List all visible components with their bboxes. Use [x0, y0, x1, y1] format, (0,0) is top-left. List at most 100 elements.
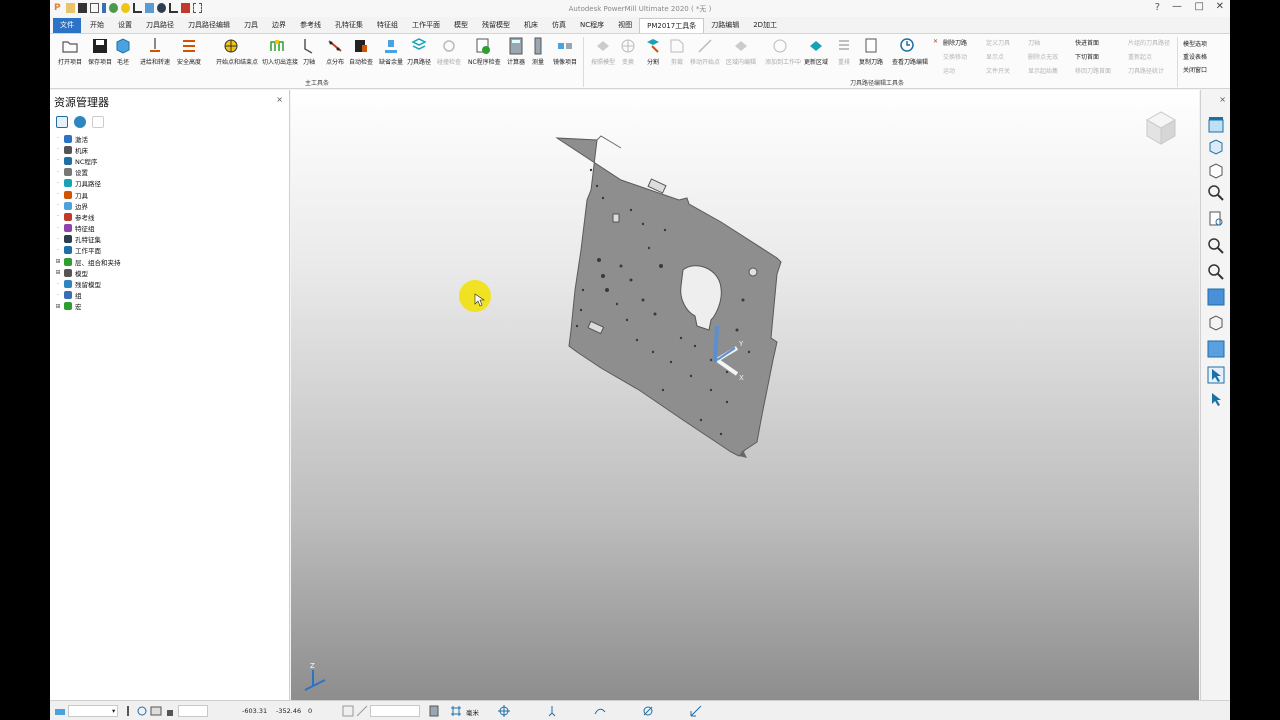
copy-toolpath-button[interactable]: 复制刀路: [856, 37, 886, 66]
snap-status-icon[interactable]: [136, 705, 148, 717]
measure-button[interactable]: 测量: [525, 37, 551, 66]
tab-boundaries[interactable]: 边界: [265, 18, 293, 33]
grid-status-icon[interactable]: [342, 705, 354, 717]
toolpath-button[interactable]: 刀具路径: [404, 37, 434, 66]
start-end-button[interactable]: 开始点和结束点: [216, 37, 258, 66]
tab-models[interactable]: 模型: [447, 18, 475, 33]
delete-invalid-points-button[interactable]: 删除点无效: [1028, 52, 1058, 61]
tab-2d-machining[interactable]: 2D加工: [746, 18, 784, 33]
restart-button[interactable]: 重新起点: [1128, 52, 1152, 61]
tree-node[interactable]: ⊞ 模型: [54, 267, 121, 278]
workplane-status-icon[interactable]: [54, 705, 66, 717]
tool-status-icon[interactable]: [122, 705, 134, 717]
maximize-button[interactable]: □: [1195, 1, 1204, 12]
view-from-top-icon[interactable]: [1207, 116, 1225, 134]
tab-toolpaths[interactable]: 刀具路径: [139, 18, 181, 33]
stock-button[interactable]: 毛坯: [112, 37, 134, 66]
screen-status-icon[interactable]: [150, 705, 162, 717]
tree-node[interactable]: · 机床: [54, 144, 121, 155]
move-button[interactable]: 运动: [943, 66, 955, 75]
region-edit-button[interactable]: 区域内编辑: [726, 37, 756, 66]
diameter-icon[interactable]: [642, 705, 654, 717]
tree-node[interactable]: · 刀具路径: [54, 178, 121, 189]
reset-forms-link[interactable]: 重设表格: [1183, 52, 1207, 61]
define-tool-button[interactable]: 定义刀具: [986, 38, 1010, 47]
expand-icon[interactable]: ⊞: [54, 303, 62, 310]
zoom-icon[interactable]: [1207, 184, 1225, 202]
delete-toolpath-button[interactable]: 删除刀路: [943, 38, 967, 47]
tree-node[interactable]: · 设置: [54, 167, 121, 178]
tab-featuresets[interactable]: 特征组: [370, 18, 405, 33]
page-search-icon[interactable]: [1207, 210, 1225, 228]
rapid-height-button[interactable]: 安全高度: [174, 37, 204, 66]
zoom-fit-icon[interactable]: [1207, 262, 1225, 280]
tree-node[interactable]: ⊞ 宏: [54, 301, 121, 312]
tab-toolpath-edit[interactable]: 刀具路径编辑: [181, 18, 237, 33]
rapid-first-face-button[interactable]: 快进首面: [1075, 38, 1099, 47]
update-region-button[interactable]: 更新区域: [801, 37, 831, 66]
tab-file[interactable]: 文件: [53, 17, 81, 33]
add-to-work-button[interactable]: 添加到工作中: [765, 37, 801, 66]
expand-icon[interactable]: ⊞: [54, 269, 62, 276]
retract-first-face-button[interactable]: 移回刀路首面: [1075, 66, 1111, 75]
units-status-icon[interactable]: [450, 705, 462, 717]
tree-view-icon[interactable]: [56, 116, 68, 128]
tab-nc-programs[interactable]: NC程序: [573, 18, 611, 33]
toolbar-close-icon[interactable]: ×: [1219, 95, 1226, 104]
tree-node[interactable]: · 刀具: [54, 189, 121, 200]
shaded-wireframe-icon[interactable]: [1207, 340, 1225, 358]
tab-path-edit[interactable]: 刀路编辑: [704, 18, 746, 33]
move-start-button[interactable]: 移动开始点: [690, 37, 720, 66]
tool-axis-small-button[interactable]: 刀轴: [1028, 38, 1040, 47]
tool-down-icon[interactable]: [546, 705, 558, 717]
group-toolpath-button[interactable]: 片组的刀具路径: [1128, 38, 1170, 47]
graphics-viewport[interactable]: Y X Z: [291, 90, 1199, 700]
measure-status-icon[interactable]: [356, 705, 368, 717]
select-arrow-icon[interactable]: [1207, 366, 1225, 384]
tab-patterns[interactable]: 参考线: [293, 18, 328, 33]
tree-node[interactable]: · 组: [54, 290, 121, 301]
close-window-link[interactable]: 关闭窗口: [1183, 65, 1207, 74]
file-switch-button[interactable]: 文件开关: [986, 66, 1010, 75]
tree-node[interactable]: · 残留模型: [54, 278, 121, 289]
tree-node[interactable]: · 参考线: [54, 211, 121, 222]
calculator-status-icon[interactable]: [428, 705, 440, 717]
zoom-box-icon[interactable]: [1207, 236, 1225, 254]
part-model[interactable]: [555, 135, 782, 458]
open-project-button[interactable]: 打开项目: [55, 37, 85, 66]
tab-stock-models[interactable]: 残留模型: [475, 18, 517, 33]
tree-node[interactable]: · 边界: [54, 200, 121, 211]
tree-node[interactable]: ⊞ 层、组合和夹持: [54, 256, 121, 267]
tab-view[interactable]: 视图: [611, 18, 639, 33]
tree-node[interactable]: · 激活: [54, 133, 121, 144]
view-cube-icon[interactable]: [1145, 111, 1177, 145]
leads-links-button[interactable]: 切入切出连接: [262, 37, 298, 66]
input-field[interactable]: [370, 705, 420, 717]
tab-workplanes[interactable]: 工作平面: [405, 18, 447, 33]
reorder-button[interactable]: 重排: [829, 37, 859, 66]
view-toolpath-edit-button[interactable]: 查看刀路编辑: [892, 37, 928, 66]
curve-arrow-icon[interactable]: [594, 705, 606, 717]
value-field[interactable]: [178, 705, 208, 717]
tab-start[interactable]: 开始: [83, 18, 111, 33]
toolpath-statistics-button[interactable]: 刀具路径统计: [1128, 66, 1164, 75]
globe-icon[interactable]: [74, 116, 86, 128]
tab-tools[interactable]: 刀具: [237, 18, 265, 33]
tab-machine[interactable]: 机床: [517, 18, 545, 33]
show-points-button[interactable]: 显示点: [986, 52, 1004, 61]
wireframe-view-icon[interactable]: [1207, 314, 1225, 332]
collision-check-button[interactable]: 碰撞检查: [434, 37, 464, 66]
close-button[interactable]: ✕: [1216, 1, 1224, 12]
dropdown-chevron-icon[interactable]: ▾: [112, 707, 115, 715]
select-rotate-icon[interactable]: [1207, 390, 1225, 408]
tree-node[interactable]: · NC程序: [54, 155, 121, 166]
tree-node[interactable]: · 孔特征集: [54, 234, 121, 245]
tab-pm2017-toolbar[interactable]: PM2017工具条: [639, 17, 705, 33]
tab-hole-featuresets[interactable]: 孔特征集: [328, 18, 370, 33]
tree-node[interactable]: · 工作平面: [54, 245, 121, 256]
workplane-select[interactable]: [68, 705, 118, 717]
crosshair-icon[interactable]: [498, 705, 510, 717]
delete-toolpath-icon[interactable]: ✕: [933, 38, 938, 45]
view-iso-icon[interactable]: [1207, 138, 1225, 156]
show-start-set-button[interactable]: 显示起始集: [1028, 66, 1058, 75]
